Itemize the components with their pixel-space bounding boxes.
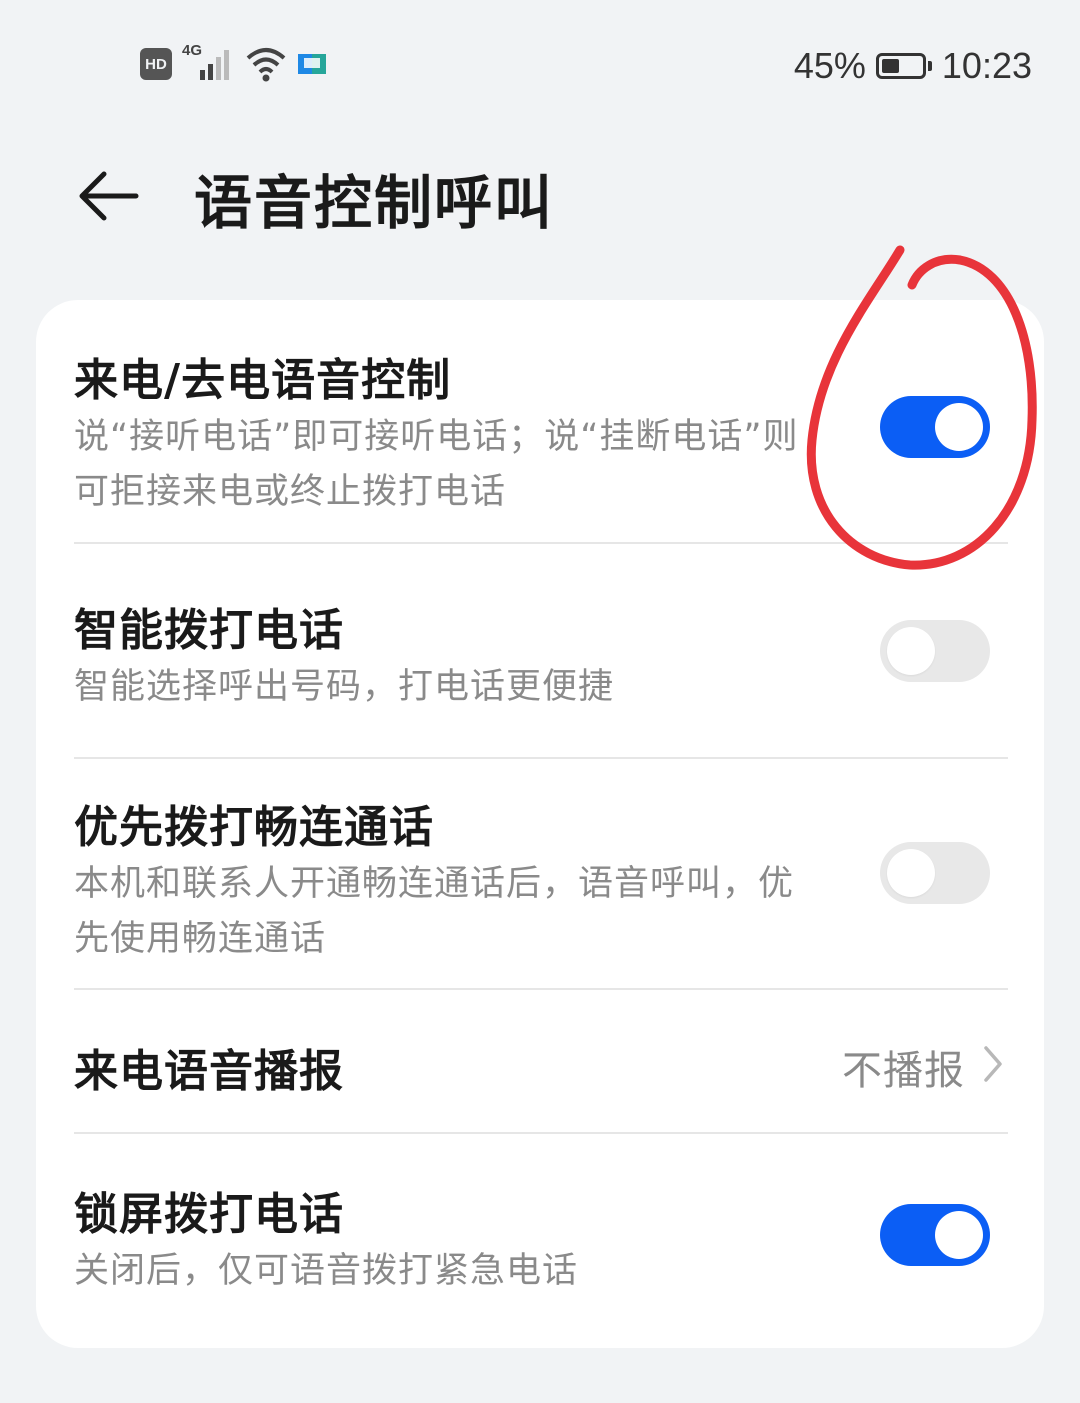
signal-icon: 4G [180, 42, 236, 84]
toggle-knob [935, 1211, 983, 1259]
app-header: 语音控制呼叫 [0, 140, 1080, 250]
status-icons-right: 45% 10:23 [794, 40, 1032, 92]
meetime-priority-toggle[interactable] [880, 842, 990, 904]
back-arrow-icon [79, 171, 139, 221]
setting-title: 锁屏拨打电话 [74, 1189, 344, 1240]
clock: 10:23 [941, 45, 1032, 86]
back-button[interactable] [70, 158, 146, 234]
call-voice-control-toggle[interactable] [880, 396, 990, 458]
setting-title: 来电语音播报 [74, 1046, 344, 1097]
setting-title: 优先拨打畅连通话 [74, 802, 434, 853]
call-announcement-value: 不播报 [842, 1048, 965, 1094]
setting-description: 关闭后，仅可语音拨打紧急电话 [74, 1251, 579, 1291]
setting-description: 本机和联系人开通畅连通话后，语音呼叫，优先使用畅连通话 [74, 864, 795, 959]
status-icons-left: HD 4G [140, 42, 328, 84]
setting-row-meetime-priority[interactable]: 优先拨打畅连通话 本机和联系人开通畅连通话后，语音呼叫，优先使用畅连通话 [36, 759, 1044, 988]
setting-row-call-voice-control[interactable]: 来电/去电语音控制 说“接听电话”即可接听电话；说“挂断电话”则可拒接来电或终止… [36, 300, 1044, 543]
setting-row-call-announcement[interactable]: 来电语音播报 不播报 [36, 990, 1044, 1132]
hd-badge: HD [140, 48, 172, 80]
settings-card: 来电/去电语音控制 说“接听电话”即可接听电话；说“挂断电话”则可拒接来电或终止… [36, 300, 1044, 1348]
setting-description: 说“接听电话”即可接听电话；说“挂断电话”则可拒接来电或终止拨打电话 [74, 417, 799, 512]
setting-description: 智能选择呼出号码，打电话更便捷 [74, 667, 615, 707]
toggle-knob [935, 403, 983, 451]
lockscreen-dial-toggle[interactable] [880, 1204, 990, 1266]
battery-level [881, 59, 899, 73]
setting-title: 智能拨打电话 [74, 605, 344, 656]
toggle-knob [887, 627, 935, 675]
wifi-icon [244, 44, 288, 84]
setting-row-smart-dial[interactable]: 智能拨打电话 智能选择呼出号码，打电话更便捷 [36, 544, 1044, 758]
status-bar: HD 4G 45% 10:23 [0, 0, 1080, 130]
toggle-knob [887, 849, 935, 897]
smart-dial-toggle[interactable] [880, 620, 990, 682]
setting-title: 来电/去电语音控制 [74, 355, 452, 406]
setting-row-lockscreen-dial[interactable]: 锁屏拨打电话 关闭后，仅可语音拨打紧急电话 [36, 1134, 1044, 1348]
chevron-right-icon [984, 1046, 1002, 1082]
app-notification-icon [296, 48, 328, 80]
battery-percent: 45% [793, 45, 866, 86]
page-title: 语音控制呼叫 [194, 169, 555, 237]
battery-icon [875, 53, 932, 79]
